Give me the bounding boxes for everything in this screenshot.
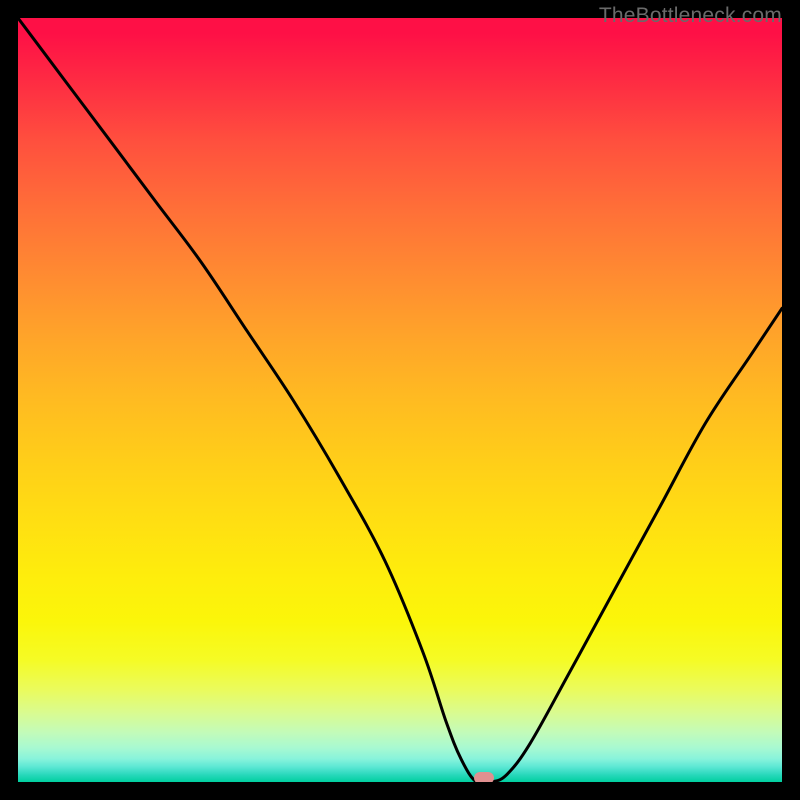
watermark-text: TheBottleneck.com	[599, 4, 782, 28]
optimal-point-marker	[474, 772, 494, 782]
chart-frame: TheBottleneck.com	[0, 0, 800, 800]
plot-area	[18, 18, 782, 782]
bottleneck-curve	[18, 18, 782, 782]
